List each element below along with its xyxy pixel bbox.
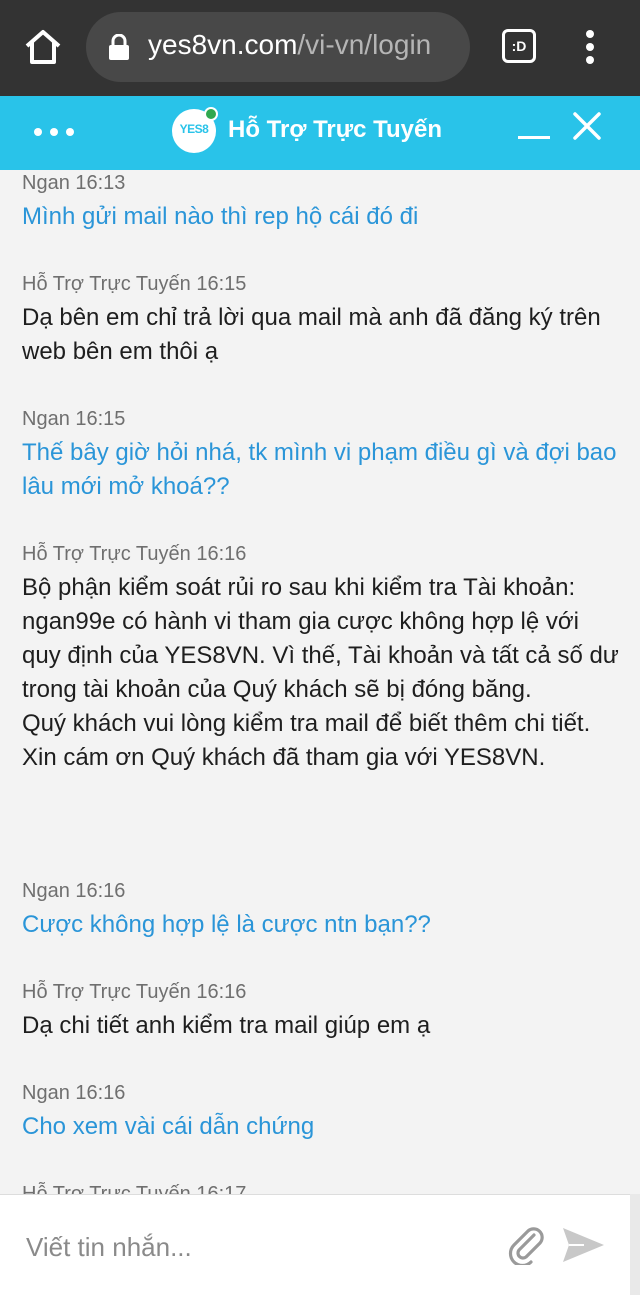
message-item: Hỗ Trợ Trực Tuyến 16:15 Dạ bên em chỉ tr… [22,271,622,369]
overflow-menu-icon[interactable] [576,26,604,68]
message-composer [0,1194,640,1295]
message-item: Ngan 16:13 Mình gửi mail nào thì rep hộ … [22,170,622,234]
message-text: Dạ chi tiết anh kiểm tra mail giúp em ạ [22,1012,431,1039]
lock-icon [108,33,130,60]
tab-switcher-button[interactable]: :D [502,29,536,63]
message-text: Thế bây giờ hỏi nhá, tk mình vi phạm điề… [22,439,617,500]
message-meta: Hỗ Trợ Trực Tuyến 16:16 [22,541,622,567]
more-options-icon[interactable] [30,120,78,144]
chat-title: Hỗ Trợ Trực Tuyến [228,116,443,143]
message-time: 16:16 [75,880,126,902]
home-icon[interactable] [22,26,64,68]
message-time: 16:15 [196,273,247,295]
message-time: 16:13 [75,172,126,194]
message-sender: Ngan [22,408,70,430]
message-item: Hỗ Trợ Trực Tuyến 16:17 [22,1181,622,1194]
message-text: Mình gửi mail nào thì rep hộ cái đó đi [22,203,419,230]
message-meta: Ngan 16:13 [22,170,622,196]
message-meta: Hỗ Trợ Trực Tuyến 16:15 [22,271,622,297]
attach-icon[interactable] [504,1221,548,1268]
message-text: Dạ bên em chỉ trả lời qua mail mà anh đã… [22,304,601,365]
send-icon[interactable] [560,1225,606,1265]
message-item: Ngan 16:15 Thế bây giờ hỏi nhá, tk mình … [22,406,622,504]
message-sender: Hỗ Trợ Trực Tuyến [22,981,191,1003]
message-sender: Ngan [22,172,70,194]
message-sender: Ngan [22,1082,70,1104]
message-meta: Hỗ Trợ Trực Tuyến 16:16 [22,979,622,1005]
message-time: 16:16 [75,1082,126,1104]
address-bar[interactable]: yes8vn.com/vi-vn/login [86,12,470,82]
message-meta: Ngan 16:16 [22,1080,622,1106]
message-time: 16:15 [75,408,126,430]
brand-logo: YES8 [172,107,218,153]
message-sender: Hỗ Trợ Trực Tuyến [22,1183,191,1194]
url-text: yes8vn.com/vi-vn/login [148,29,431,61]
url-host: yes8vn.com [148,29,298,60]
message-meta: Ngan 16:15 [22,406,622,432]
message-sender: Ngan [22,880,70,902]
chat-header: YES8 Hỗ Trợ Trực Tuyến [0,96,640,170]
message-input[interactable] [26,1225,486,1269]
message-sender: Hỗ Trợ Trực Tuyến [22,273,191,295]
minimize-icon[interactable] [518,118,550,148]
scrollbar[interactable] [630,1194,640,1295]
online-status-dot [204,107,218,121]
close-icon[interactable] [572,110,602,142]
message-sender: Hỗ Trợ Trực Tuyến [22,543,191,565]
browser-toolbar: yes8vn.com/vi-vn/login :D [0,0,640,96]
message-item: Hỗ Trợ Trực Tuyến 16:16 Bộ phận kiểm soá… [22,541,622,775]
logo-text: YES8 [179,122,209,136]
message-text: Bộ phận kiểm soát rủi ro sau khi kiểm tr… [22,574,619,771]
message-meta: Hỗ Trợ Trực Tuyến 16:17 [22,1181,622,1194]
message-item: Ngan 16:16 Cược không hợp lệ là cược ntn… [22,878,622,942]
message-time: 16:17 [196,1183,247,1194]
message-time: 16:16 [196,981,247,1003]
url-path: /vi-vn/login [297,29,432,60]
message-meta: Ngan 16:16 [22,878,622,904]
message-text: Cho xem vài cái dẫn chứng [22,1113,315,1140]
message-text: Cược không hợp lệ là cược ntn bạn?? [22,911,431,938]
message-item: Hỗ Trợ Trực Tuyến 16:16 Dạ chi tiết anh … [22,979,622,1043]
message-item: Ngan 16:16 Cho xem vài cái dẫn chứng [22,1080,622,1144]
message-time: 16:16 [196,543,247,565]
message-list[interactable]: Ngan 16:13 Mình gửi mail nào thì rep hộ … [0,170,640,1194]
